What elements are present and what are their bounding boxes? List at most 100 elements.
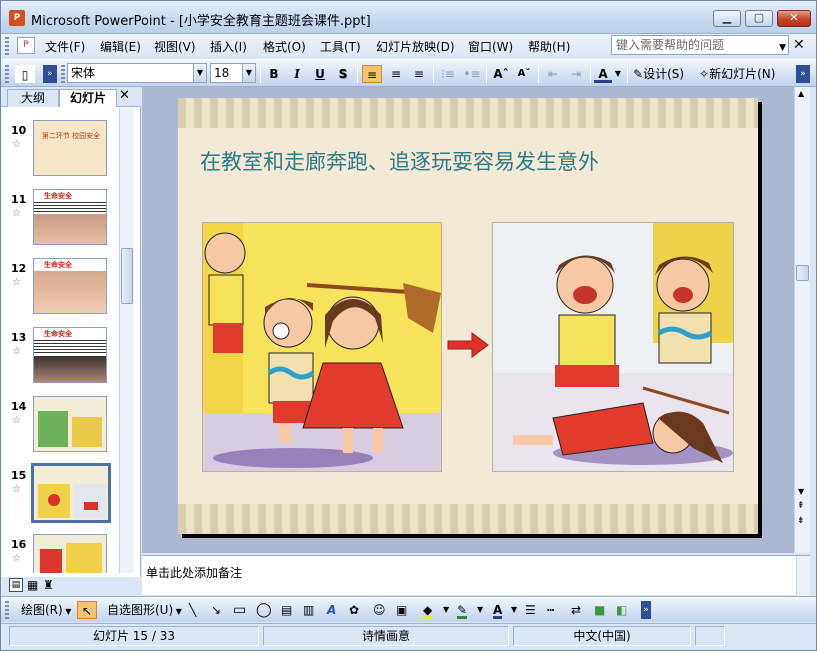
- textbox-icon[interactable]: ▤: [281, 601, 292, 619]
- design-template-name[interactable]: 诗情画意: [263, 626, 509, 646]
- increase-font-icon[interactable]: Aˆ: [491, 65, 511, 83]
- slide-thumbnail[interactable]: 16 ☆: [1, 528, 119, 573]
- autoshapes-button[interactable]: 自选图形(U) ▼: [107, 601, 182, 619]
- align-left-icon[interactable]: ≡: [362, 65, 382, 83]
- slide-thumbnail[interactable]: 12 ☆ 生命安全: [1, 252, 119, 318]
- align-right-icon[interactable]: ≡: [409, 65, 429, 83]
- line-icon[interactable]: ╲: [189, 601, 196, 619]
- toolbar-grip[interactable]: [5, 65, 9, 83]
- increase-indent-icon[interactable]: ⇥: [566, 65, 586, 83]
- close-panel-icon[interactable]: ✕: [119, 88, 130, 103]
- document-icon[interactable]: P: [17, 37, 35, 54]
- previous-slide-icon[interactable]: ⇞: [797, 502, 805, 511]
- chevron-down-icon[interactable]: ▼: [613, 65, 623, 83]
- scroll-down-icon[interactable]: ▼: [798, 487, 804, 496]
- dash-style-icon[interactable]: ┅: [547, 601, 554, 619]
- normal-view-icon[interactable]: ▤: [9, 578, 23, 592]
- slide-thumbnail[interactable]: 10 ☆ 第二环节 校园安全: [1, 114, 119, 180]
- align-center-icon[interactable]: ≡: [386, 65, 406, 83]
- chevron-down-icon[interactable]: ▼: [193, 64, 206, 82]
- 3d-style-icon[interactable]: ◧: [616, 601, 627, 619]
- menu-window[interactable]: 窗口(W): [468, 38, 513, 55]
- line-color-icon[interactable]: ✎: [457, 601, 468, 619]
- bullet-list-icon[interactable]: •≡: [462, 65, 482, 83]
- chevron-down-icon[interactable]: ▼: [477, 601, 483, 619]
- menu-format[interactable]: 格式(O): [263, 38, 306, 55]
- close-document-icon[interactable]: ✕: [793, 37, 805, 53]
- help-search-input[interactable]: 键入需要帮助的问题 ▼: [611, 35, 789, 55]
- menu-tools[interactable]: 工具(T): [320, 38, 361, 55]
- toolbar-options-icon[interactable]: »: [641, 601, 651, 619]
- tab-outline[interactable]: 大纲: [7, 89, 59, 107]
- menu-file[interactable]: 文件(F): [45, 38, 85, 55]
- illustration-running-children[interactable]: [202, 222, 442, 472]
- toolbar-grip[interactable]: [61, 65, 65, 83]
- illustration-accident-scene[interactable]: [492, 222, 734, 472]
- arrow-style-icon[interactable]: ⇄: [571, 601, 581, 619]
- minimize-button[interactable]: ▁: [713, 10, 741, 27]
- clipart-icon[interactable]: ☺: [373, 601, 386, 619]
- wordart-icon[interactable]: A: [327, 601, 336, 619]
- slide-canvas[interactable]: 在教室和走廊奔跑、追逐玩耍容易发生意外: [178, 98, 758, 534]
- slide-thumbnail-list[interactable]: 10 ☆ 第二环节 校园安全 11 ☆ 生命安全 12 ☆ 生命安全 13 ☆ …: [1, 108, 119, 573]
- font-size-combo[interactable]: 18 ▼: [210, 63, 256, 83]
- chevron-down-icon[interactable]: ▼: [443, 601, 449, 619]
- decrease-indent-icon[interactable]: ⇤: [543, 65, 563, 83]
- thumbnail-scrollbar[interactable]: [119, 108, 134, 573]
- slide-sorter-icon[interactable]: ▦: [27, 578, 38, 592]
- line-style-icon[interactable]: ☰: [525, 601, 536, 619]
- notes-placeholder[interactable]: 单击此处添加备注: [146, 564, 242, 581]
- numbered-list-icon[interactable]: ⁝≡: [438, 65, 458, 83]
- slide-thumbnail-selected[interactable]: 15 ☆: [1, 459, 119, 525]
- select-objects-icon[interactable]: ↖: [77, 601, 97, 619]
- slide-scrollbar[interactable]: ▲ ▼ ⇞ ⇟: [794, 87, 810, 553]
- scroll-up-icon[interactable]: ▲: [798, 89, 804, 98]
- menu-edit[interactable]: 编辑(E): [100, 38, 141, 55]
- scrollbar-thumb[interactable]: [796, 265, 809, 281]
- picture-icon[interactable]: ▣: [396, 601, 407, 619]
- chevron-down-icon[interactable]: ▼: [242, 64, 255, 82]
- menu-slideshow[interactable]: 幻灯片放映(D): [376, 38, 455, 55]
- notes-scrollbar[interactable]: [796, 556, 810, 596]
- menu-view[interactable]: 视图(V): [154, 38, 196, 55]
- bold-button[interactable]: B: [265, 65, 283, 83]
- font-color-icon[interactable]: A: [594, 65, 612, 83]
- arrow-icon[interactable]: ↘: [211, 601, 221, 619]
- toolbar-grip[interactable]: [5, 601, 9, 619]
- powerpoint-app-icon[interactable]: P: [9, 10, 25, 26]
- menu-help[interactable]: 帮助(H): [528, 38, 570, 55]
- menu-insert[interactable]: 插入(I): [210, 38, 247, 55]
- diagram-icon[interactable]: ✿: [349, 601, 359, 619]
- oval-icon[interactable]: ◯: [256, 601, 272, 619]
- underline-button[interactable]: U: [311, 65, 329, 83]
- design-button[interactable]: ✎设计(S): [633, 65, 695, 83]
- slide-thumbnail[interactable]: 11 ☆ 生命安全: [1, 183, 119, 249]
- maximize-button[interactable]: ▢: [745, 10, 773, 27]
- draw-menu-button[interactable]: 绘图(R) ▼: [21, 601, 71, 619]
- chevron-down-icon[interactable]: ▼: [511, 601, 517, 619]
- new-slide-button[interactable]: ✧新幻灯片(N): [699, 65, 787, 83]
- slide-thumbnail[interactable]: 13 ☆ 生命安全: [1, 321, 119, 387]
- new-document-icon[interactable]: ▯: [15, 65, 35, 83]
- rectangle-icon[interactable]: ▭: [233, 601, 246, 619]
- next-slide-icon[interactable]: ⇟: [797, 517, 805, 526]
- slide-thumbnail[interactable]: 14 ☆: [1, 390, 119, 456]
- slide-editing-area[interactable]: 在教室和走廊奔跑、追逐玩耍容易发生意外: [142, 87, 794, 553]
- close-button[interactable]: ✕: [777, 10, 811, 27]
- slide-title[interactable]: 在教室和走廊奔跑、追逐玩耍容易发生意外: [200, 146, 599, 176]
- shadow-style-icon[interactable]: ■: [594, 601, 605, 619]
- tab-slides[interactable]: 幻灯片: [59, 89, 117, 107]
- slideshow-icon[interactable]: ♜: [43, 578, 54, 592]
- toolbar-options-icon[interactable]: »: [43, 65, 57, 83]
- decrease-font-icon[interactable]: Aˇ: [514, 65, 534, 83]
- scrollbar-thumb[interactable]: [121, 248, 133, 304]
- font-color-icon[interactable]: A: [493, 601, 503, 619]
- italic-button[interactable]: I: [288, 65, 306, 83]
- shadow-button[interactable]: S: [334, 65, 352, 83]
- chevron-down-icon[interactable]: ▼: [779, 39, 786, 57]
- notes-pane[interactable]: 单击此处添加备注: [142, 555, 810, 596]
- toolbar-grip[interactable]: [5, 37, 9, 55]
- vertical-textbox-icon[interactable]: ▥: [303, 601, 314, 619]
- fill-color-icon[interactable]: ◆: [423, 601, 433, 619]
- font-name-combo[interactable]: 宋体 ▼: [67, 63, 207, 83]
